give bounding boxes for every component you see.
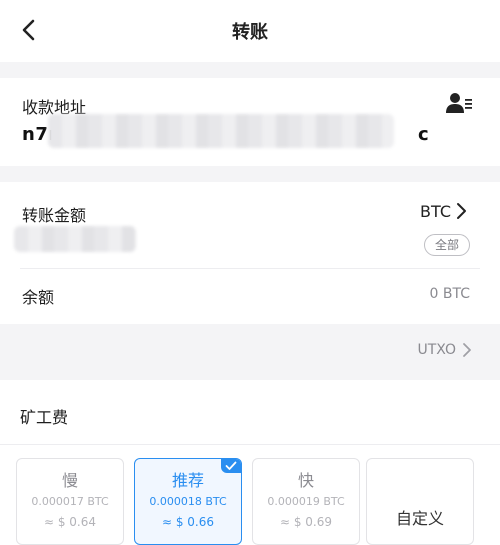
fee-option-name: 推荐: [171, 471, 204, 490]
fee-option-btc: 0.000017 BTC: [31, 495, 109, 508]
fee-option-usd: ≈ $ 0.66: [161, 515, 215, 529]
header-bar: 转账: [0, 0, 500, 62]
utxo-section: UTXO: [0, 332, 500, 374]
fee-options: 慢 0.000017 BTC ≈ $ 0.64 推荐 0.000018 BTC …: [16, 458, 476, 545]
transfer-amount-label: 转账金额: [22, 206, 87, 225]
utxo-label: UTXO: [417, 342, 456, 358]
amount-input-redacted[interactable]: [14, 226, 136, 252]
utxo-link[interactable]: UTXO: [417, 342, 472, 358]
address-suffix: c: [418, 124, 430, 145]
all-amount-button[interactable]: 全部: [424, 234, 471, 256]
transfer-amount-section: 转账金额 BTC 全部 余额 0 BTC: [0, 182, 500, 324]
page-title: 转账: [232, 22, 268, 43]
divider: [20, 268, 480, 269]
balance-label: 余额: [22, 288, 55, 307]
fee-option-custom[interactable]: 自定义: [366, 458, 474, 545]
chevron-right-icon: [456, 203, 466, 219]
currency-unit: BTC: [420, 201, 451, 221]
fee-option-usd: ≈ $ 0.69: [279, 515, 333, 529]
miner-fee-label: 矿工费: [20, 408, 69, 427]
redacted-address-blur: [48, 114, 394, 148]
fee-option-slow[interactable]: 慢 0.000017 BTC ≈ $ 0.64: [16, 458, 124, 545]
fee-option-usd: ≈ $ 0.64: [43, 515, 97, 529]
miner-fee-section: 矿工费 慢 0.000017 BTC ≈ $ 0.64 推荐 0.000018 …: [0, 380, 500, 545]
balance-value: 0 BTC: [429, 286, 470, 302]
divider: [0, 444, 500, 445]
custom-fee-label: 自定义: [395, 509, 444, 528]
fee-option-recommended[interactable]: 推荐 0.000018 BTC ≈ $ 0.66: [134, 458, 242, 545]
currency-unit-selector[interactable]: BTC: [420, 198, 467, 224]
fee-option-btc: 0.000018 BTC: [149, 495, 227, 508]
contact-book-icon[interactable]: [446, 92, 472, 114]
chevron-right-icon: [463, 343, 471, 357]
recipient-address-section: 收款地址 n7na c: [0, 78, 500, 166]
fee-option-fast[interactable]: 快 0.000019 BTC ≈ $ 0.69: [252, 458, 360, 545]
fee-option-name: 快: [297, 471, 314, 490]
fee-option-name: 慢: [61, 471, 78, 490]
fee-option-btc: 0.000019 BTC: [267, 495, 345, 508]
